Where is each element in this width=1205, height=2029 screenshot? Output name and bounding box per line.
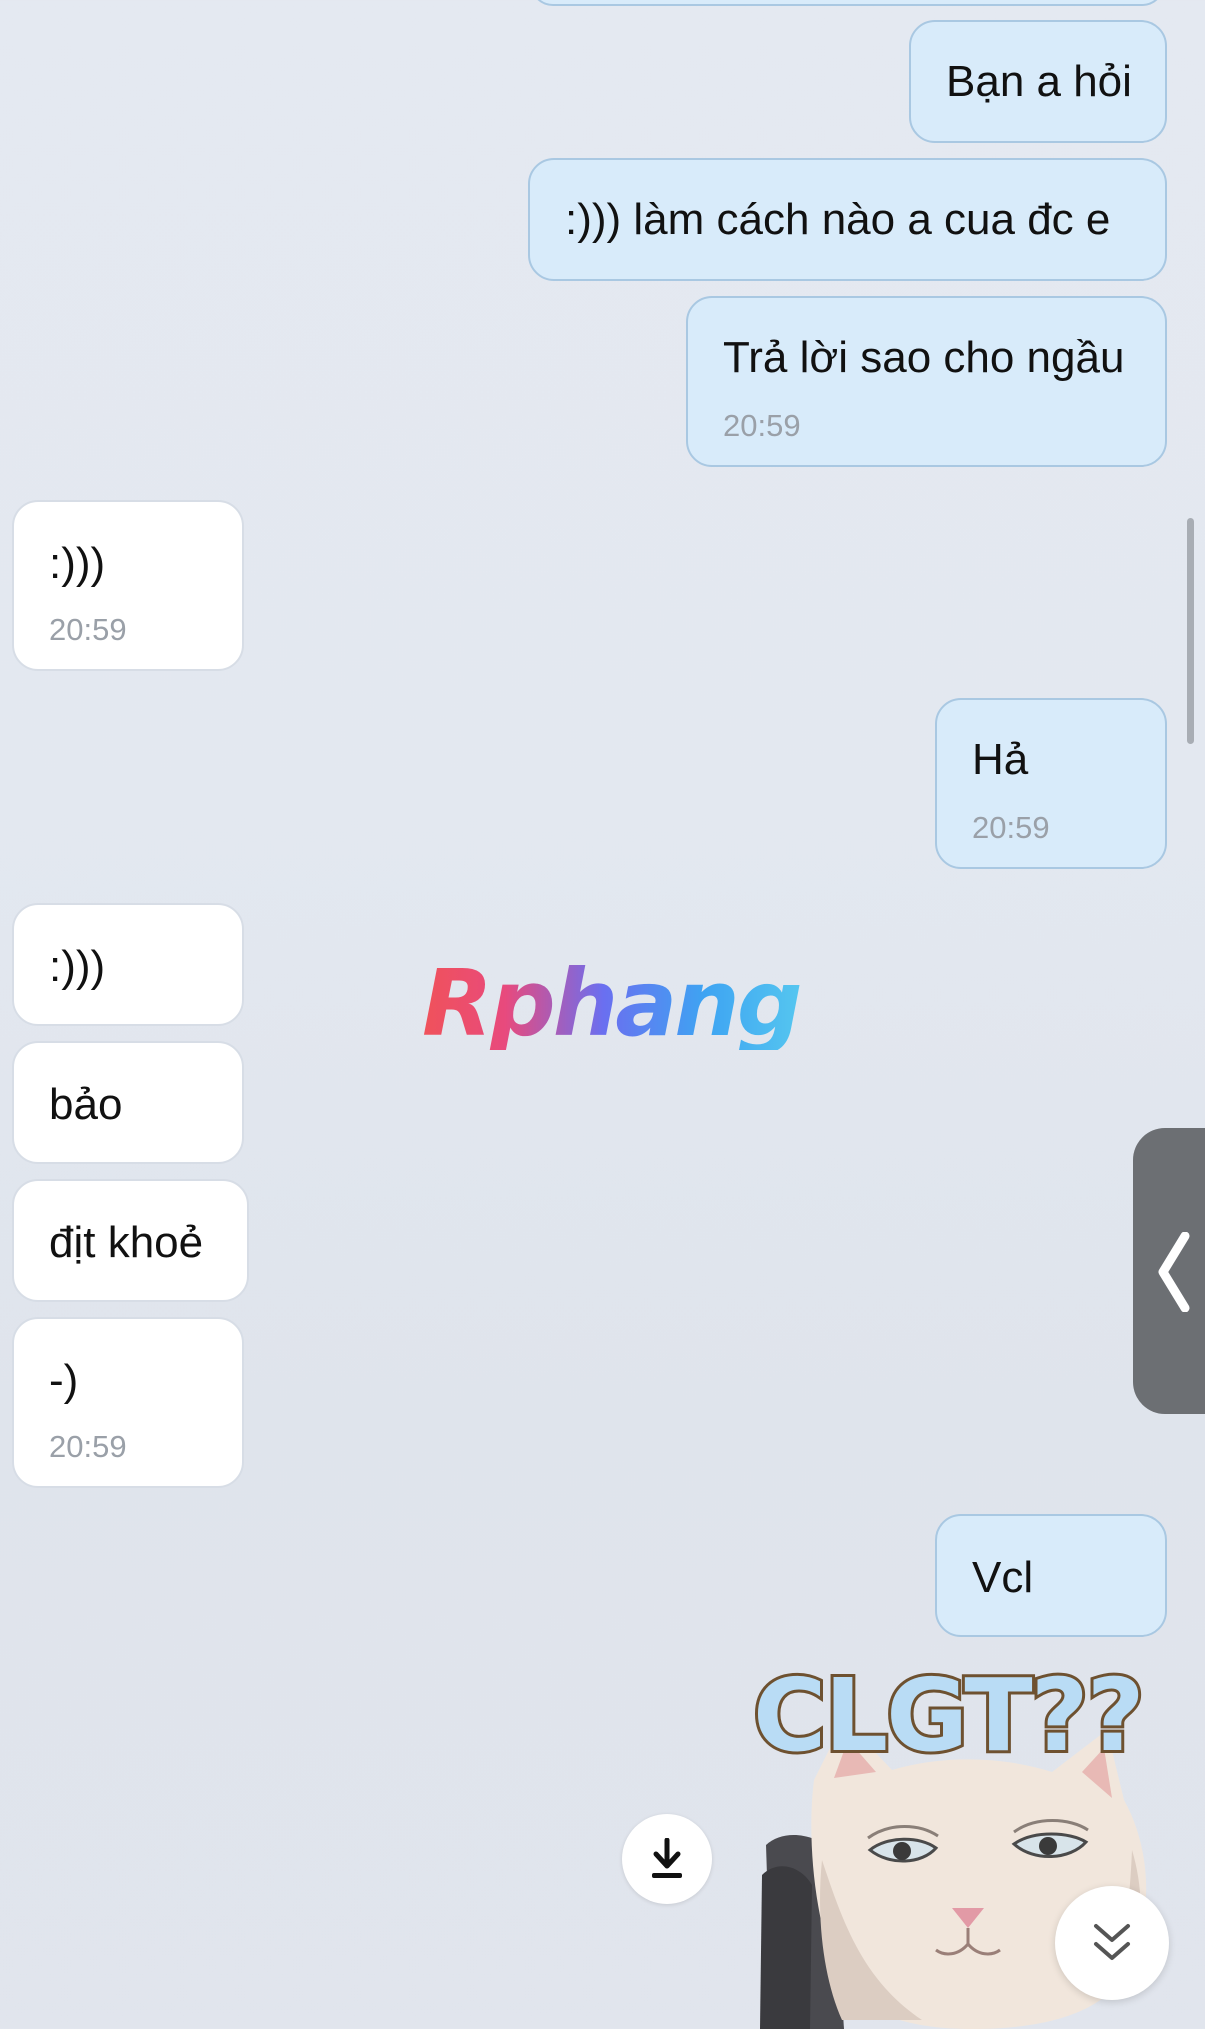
chevron-left-icon xyxy=(1158,1232,1190,1312)
watermark-logo: Rphang xyxy=(422,950,803,1057)
download-button[interactable] xyxy=(622,1814,712,1904)
incoming-message[interactable]: bảo xyxy=(12,1041,244,1164)
message-time: 20:59 xyxy=(723,408,801,443)
message-text: -) xyxy=(49,1356,79,1405)
outgoing-message-partial[interactable] xyxy=(530,0,1165,6)
sticker-caption: CLGT?? xyxy=(752,1660,1148,1774)
scroll-to-bottom-button[interactable] xyxy=(1055,1886,1169,2000)
message-text: bảo xyxy=(49,1080,123,1129)
message-text: Hả xyxy=(972,735,1029,784)
message-time: 20:59 xyxy=(49,1429,127,1464)
incoming-message[interactable]: -) 20:59 xyxy=(12,1317,244,1488)
outgoing-message[interactable]: Vcl xyxy=(935,1514,1167,1637)
side-panel-tab[interactable] xyxy=(1133,1128,1205,1414)
scrollbar[interactable] xyxy=(1187,518,1194,744)
message-text: :))) xyxy=(49,942,106,991)
outgoing-message[interactable]: Hả 20:59 xyxy=(935,698,1167,869)
download-icon xyxy=(652,1838,682,1878)
outgoing-message[interactable]: Bạn a hỏi xyxy=(909,20,1167,143)
message-text: :))) làm cách nào a cua đc e xyxy=(565,195,1111,244)
message-text: Trả lời sao cho ngầu xyxy=(723,333,1125,382)
incoming-message[interactable]: địt khoẻ xyxy=(12,1179,249,1302)
message-text: Bạn a hỏi xyxy=(946,57,1132,106)
message-time: 20:59 xyxy=(49,612,127,647)
message-time: 20:59 xyxy=(972,810,1050,845)
outgoing-message[interactable]: Trả lời sao cho ngầu 20:59 xyxy=(686,296,1167,467)
outgoing-message[interactable]: :))) làm cách nào a cua đc e xyxy=(528,158,1167,281)
incoming-message[interactable]: :))) xyxy=(12,903,244,1026)
double-chevron-down-icon xyxy=(1094,1924,1130,1960)
message-text: địt khoẻ xyxy=(49,1218,204,1267)
incoming-message[interactable]: :))) 20:59 xyxy=(12,500,244,671)
message-text: Vcl xyxy=(972,1553,1034,1602)
message-text: :))) xyxy=(49,539,106,588)
